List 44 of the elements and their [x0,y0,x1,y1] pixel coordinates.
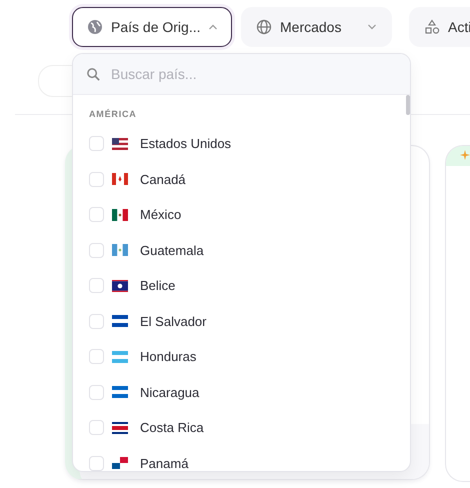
country-name[interactable]: México [140,207,182,222]
checkbox[interactable] [89,420,104,436]
country-name[interactable]: Honduras [140,349,196,364]
country-name[interactable]: Guatemala [140,242,204,258]
country-name[interactable]: Costa Rica [140,420,204,436]
shapes-icon [424,19,440,35]
country-name[interactable]: Belice [140,278,176,294]
flag-icon [112,350,128,363]
search-field[interactable]: Buscar país... [73,54,410,95]
flag-icon [112,315,128,328]
country-name[interactable]: El Salvador [140,314,206,329]
checkbox[interactable] [89,172,104,187]
sparkle-icon [460,150,470,160]
checkbox[interactable] [89,278,104,294]
search-icon [86,66,101,82]
country-name[interactable]: Panamá [140,456,188,471]
flag-icon [112,208,128,221]
checkbox[interactable] [89,384,104,400]
checkbox[interactable] [89,314,104,329]
filter-dropdown[interactable]: Acti [409,7,470,47]
group-heading: AMÉRICA [89,109,138,121]
caret-icon [208,24,218,30]
checkbox[interactable] [89,349,104,364]
checkbox[interactable] [89,136,104,152]
flag-icon [112,244,128,256]
checkbox[interactable] [89,242,104,258]
filter-dropdown[interactable]: Mercados [241,7,392,47]
checkbox[interactable] [89,456,104,471]
globe-icon [87,19,103,35]
checkbox[interactable] [89,207,104,222]
search-input[interactable]: Buscar país... [109,65,363,83]
flag-icon [112,173,128,186]
flag-icon [112,386,128,398]
country-name[interactable]: Canadá [140,172,186,187]
scrollbar[interactable] [406,95,410,115]
filter-dropdown[interactable]: País de Orig... [72,7,232,47]
flag-icon [112,457,128,470]
country-name[interactable]: Estados Unidos [140,136,232,152]
flag-icon [112,422,128,434]
country-name[interactable]: Nicaragua [140,384,200,400]
flag-icon [112,138,128,150]
globe-icon [256,19,272,35]
flag-icon [112,280,128,292]
caret-icon [367,24,377,30]
